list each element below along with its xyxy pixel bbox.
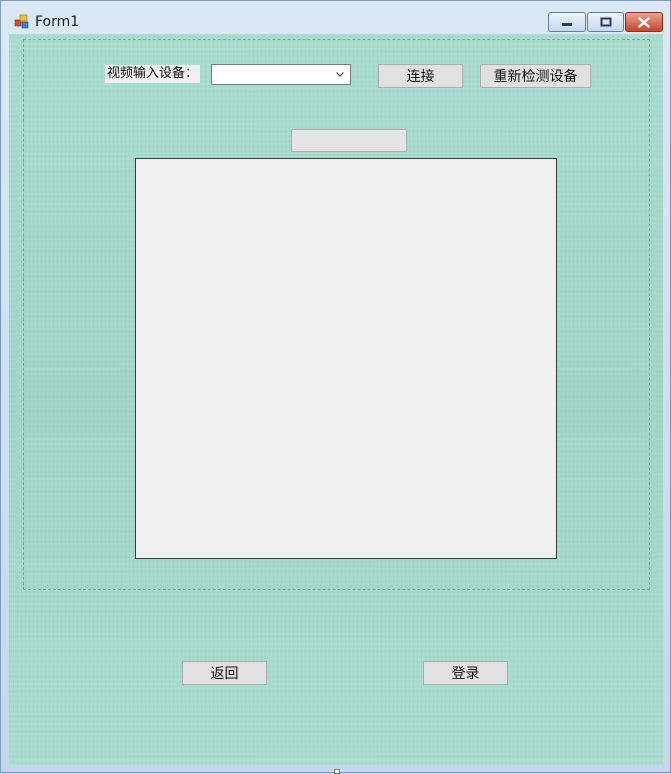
close-button[interactable] — [625, 12, 663, 32]
app-icon — [14, 14, 29, 29]
blank-button[interactable] — [291, 129, 407, 152]
login-button[interactable]: 登录 — [423, 661, 508, 685]
minimize-icon — [562, 23, 572, 26]
video-preview-box — [135, 158, 557, 559]
video-device-label: 视频输入设备： — [105, 65, 201, 83]
form-window: Form1 视频输入设备： 连接 重新检测设备 返回 登录 — [0, 0, 671, 774]
minimize-button[interactable] — [548, 12, 586, 32]
maximize-button[interactable] — [587, 12, 624, 32]
chevron-down-icon — [336, 72, 344, 77]
form-client-area: 视频输入设备： 连接 重新检测设备 返回 登录 — [9, 34, 663, 765]
video-device-select[interactable] — [211, 64, 351, 85]
title-bar[interactable]: Form1 — [1, 1, 670, 33]
redetect-devices-button[interactable]: 重新检测设备 — [480, 64, 591, 88]
back-button[interactable]: 返回 — [182, 661, 267, 685]
close-icon — [638, 16, 650, 28]
maximize-icon — [600, 17, 611, 27]
window-title: Form1 — [35, 14, 80, 30]
resize-grip[interactable] — [334, 769, 340, 774]
connect-button[interactable]: 连接 — [378, 64, 463, 88]
